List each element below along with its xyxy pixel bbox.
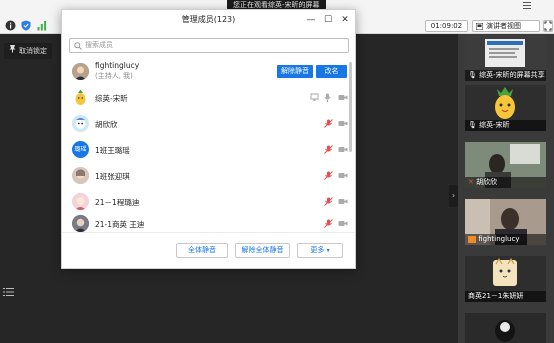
avatar: 璐瑶 (72, 141, 89, 158)
mic-muted-icon[interactable] (324, 197, 333, 208)
tile-label: ✕ 胡欣欣 (465, 177, 546, 188)
mic-muted-icon[interactable] (324, 119, 333, 130)
unlock-button[interactable]: 取消锁定 (4, 43, 52, 59)
member-name: 1班王璐瑶 (95, 146, 130, 155)
collapse-panel-handle[interactable]: › (449, 185, 458, 207)
chevron-down-icon: ▾ (326, 247, 330, 254)
rename-button[interactable]: 改名 (316, 65, 347, 78)
tile-label: 商英21－1朱妍妍 (465, 291, 546, 302)
video-tile[interactable]: 🎙 综英-宋昕 (465, 85, 546, 131)
unlock-label: 取消锁定 (19, 47, 47, 55)
member-name: 21－1程璐迪 (95, 198, 140, 207)
unmute-button[interactable]: 解除静音 (277, 65, 313, 78)
video-tile[interactable]: fightinglucy (465, 199, 546, 245)
close-button[interactable]: ✕ (339, 14, 351, 26)
video-tile[interactable]: 商英21－1朱妍妍 (465, 256, 546, 302)
camera-icon[interactable] (338, 145, 348, 156)
unmute-all-button[interactable]: 解除全体静音 (235, 243, 290, 258)
video-tile[interactable] (465, 313, 546, 343)
maximize-icon: ☐ (323, 15, 333, 25)
member-row[interactable]: 综英-宋昕 (62, 85, 350, 111)
tile-name: 商英21－1朱妍妍 (468, 292, 524, 300)
meeting-timer: 01:09:02 (425, 20, 468, 32)
mic-muted-icon: ✕ (468, 178, 474, 186)
footer-divider (62, 232, 355, 233)
view-mode-label: 演讲者视图 (486, 22, 521, 30)
mic-icon[interactable] (324, 93, 331, 104)
search-placeholder: 搜索成员 (85, 41, 113, 49)
chevron-right-icon: › (451, 191, 456, 200)
list-icon[interactable] (3, 287, 15, 297)
tile-name: fightinglucy (478, 235, 520, 243)
camera-icon[interactable] (338, 171, 348, 182)
member-list-scrollbar[interactable] (349, 62, 352, 152)
member-row[interactable]: 21-1商英 王迪 (62, 213, 350, 233)
avatar (72, 167, 89, 184)
view-mode-button[interactable]: 演讲者视图 (472, 20, 540, 32)
video-tile[interactable]: ✕ 胡欣欣 (465, 142, 546, 188)
camera-icon[interactable] (338, 197, 348, 208)
mic-muted-icon[interactable] (324, 145, 333, 156)
pin-icon (9, 43, 16, 59)
menu-icon[interactable] (523, 2, 531, 11)
maximize-button[interactable]: ☐ (322, 14, 334, 26)
fullscreen-button[interactable] (543, 20, 553, 32)
camera-icon[interactable] (338, 219, 348, 230)
avatar (72, 193, 89, 210)
grid-view-icon (475, 22, 484, 33)
info-icon[interactable] (5, 20, 16, 33)
tile-label: 🎙 综英-宋昕 (465, 120, 546, 131)
member-name: 1班张迎琪 (95, 172, 130, 181)
member-name: 21-1商英 王迪 (95, 220, 145, 229)
member-row[interactable]: 璐瑶 1班王璐瑶 (62, 137, 350, 163)
tile-name: 综英-宋昕 (479, 121, 510, 129)
video-tile-panel: 🎙 综英-宋昕的屏幕共享 🎙 综英-宋昕 ✕ 胡欣欣 fightinglucy … (458, 34, 554, 343)
mic-muted-icon[interactable] (324, 171, 333, 182)
manage-members-dialog: 管理成员(123) — ☐ ✕ 搜索成员 fightinglucy (主持人, … (61, 9, 356, 269)
member-role: (主持人, 我) (95, 72, 133, 80)
search-input[interactable]: 搜索成员 (69, 38, 349, 53)
mute-all-button[interactable]: 全体静音 (176, 243, 228, 258)
avatar (72, 215, 89, 232)
member-row[interactable]: fightinglucy (主持人, 我) 解除静音 改名 (62, 59, 350, 85)
tile-name: 综英-宋昕的屏幕共享 (479, 71, 545, 79)
camera-feed (495, 320, 515, 342)
screen-share-icon[interactable] (310, 93, 319, 104)
more-label: 更多 (310, 246, 325, 254)
mic-muted-icon[interactable] (324, 219, 333, 230)
camera-icon[interactable] (338, 119, 348, 130)
tile-label: fightinglucy (465, 234, 546, 245)
avatar (72, 115, 89, 132)
camera-icon[interactable] (338, 93, 348, 104)
more-button[interactable]: 更多 ▾ (297, 243, 343, 258)
member-row[interactable]: 胡欣欣 (62, 111, 350, 137)
tile-label: 🎙 综英-宋昕的屏幕共享 (465, 70, 546, 81)
avatar (72, 89, 89, 106)
shield-icon[interactable] (21, 20, 31, 33)
minimize-icon: — (306, 15, 316, 25)
avatar (72, 63, 89, 80)
signal-icon[interactable] (37, 20, 47, 33)
close-icon: ✕ (341, 15, 349, 25)
host-badge-icon (468, 235, 476, 243)
member-name: 综英-宋昕 (95, 94, 128, 103)
search-icon (74, 42, 82, 55)
video-tile[interactable]: 🎙 综英-宋昕的屏幕共享 (465, 35, 546, 81)
member-name: fightinglucy (95, 61, 140, 70)
tile-name: 胡欣欣 (476, 178, 498, 186)
member-name: 胡欣欣 (95, 120, 118, 129)
member-row[interactable]: 1班张迎琪 (62, 163, 350, 189)
minimize-button[interactable]: — (305, 14, 317, 26)
member-row[interactable]: 21－1程璐迪 (62, 189, 350, 215)
mic-icon: 🎙 (468, 121, 477, 129)
mic-icon: 🎙 (468, 71, 477, 79)
